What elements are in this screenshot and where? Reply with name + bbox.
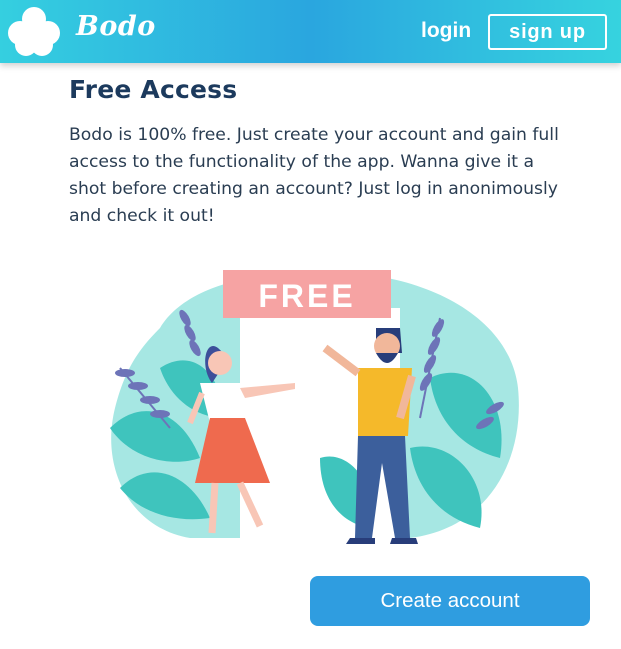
page-title: Free Access xyxy=(69,75,238,104)
free-banner-text: FREE xyxy=(258,278,355,314)
top-navbar: Bodo login sign up xyxy=(0,0,621,63)
free-access-illustration: FREE xyxy=(110,270,519,544)
free-access-description: Bodo is 100% free. Just create your acco… xyxy=(69,125,559,226)
create-account-button[interactable]: Create account xyxy=(310,576,590,626)
login-link[interactable]: login xyxy=(421,19,471,43)
clover-icon[interactable] xyxy=(6,5,62,57)
brand-logo-text[interactable]: Bodo xyxy=(76,11,156,42)
sign-up-button[interactable]: sign up xyxy=(488,14,607,50)
